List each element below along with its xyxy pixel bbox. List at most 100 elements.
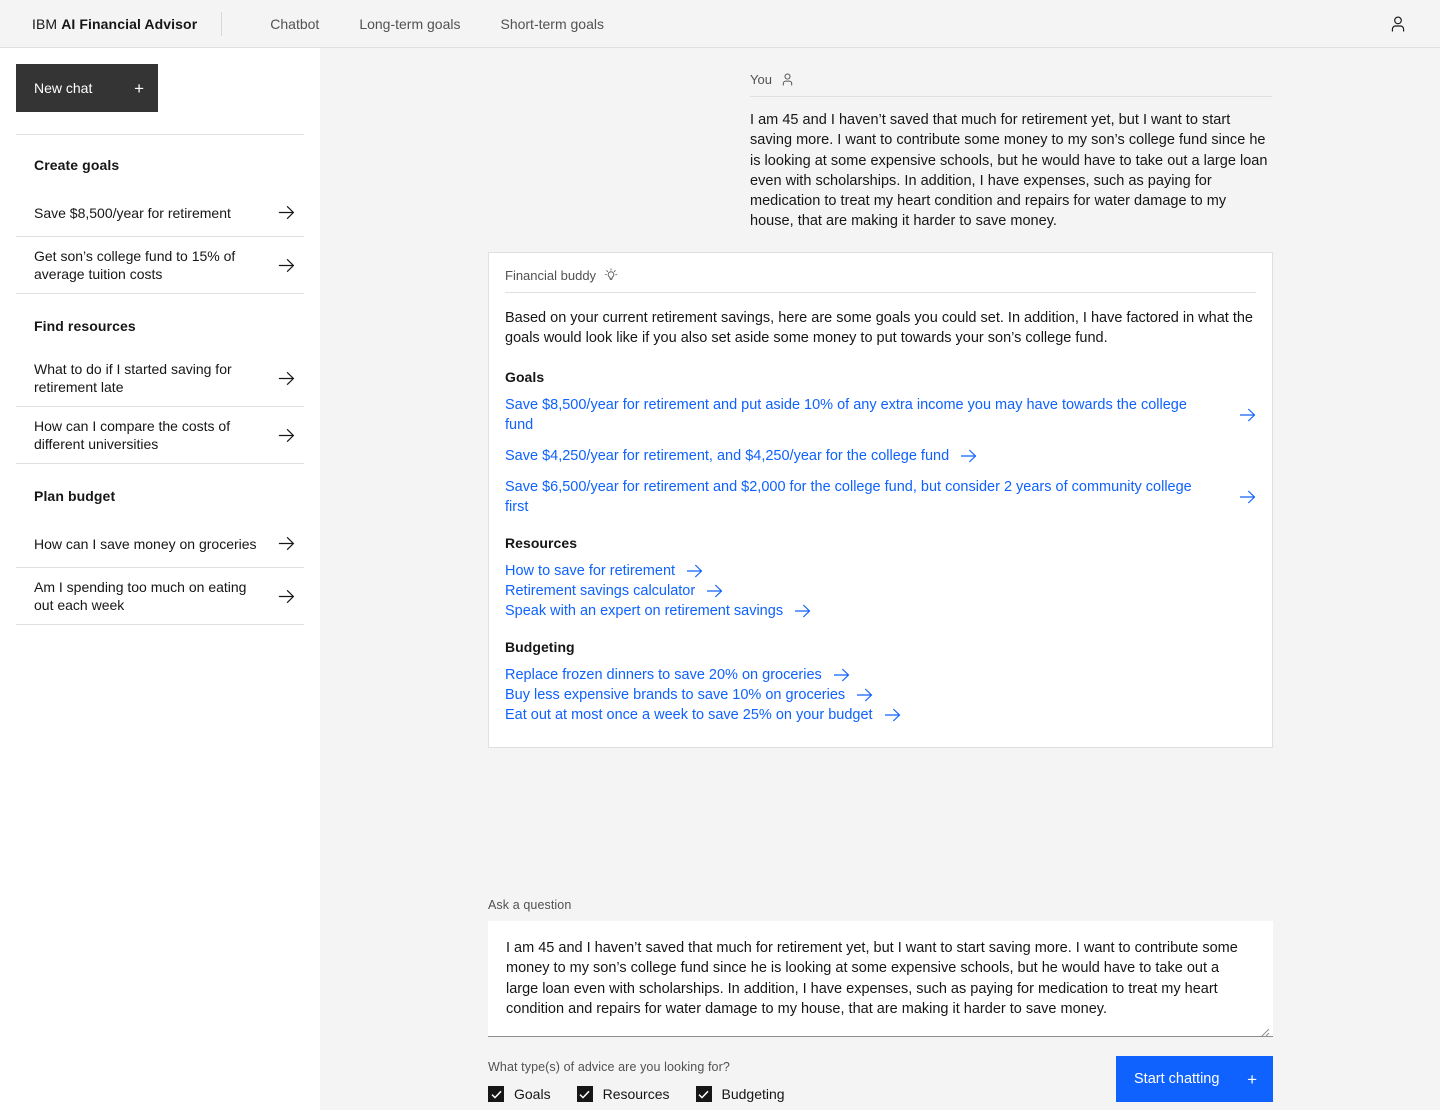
sidebar-item-save-retirement[interactable]: Save $8,500/year for retirement xyxy=(16,189,304,237)
assistant-message-header: Financial buddy xyxy=(505,267,1256,293)
checkbox-box[interactable] xyxy=(695,1086,712,1102)
sidebar-item-save-groceries[interactable]: How can I save money on groceries xyxy=(16,520,304,568)
advice-type-options: Goals Resources Budgeting xyxy=(488,1086,785,1102)
assistant-intro-text: Based on your current retirement savings… xyxy=(505,310,1253,347)
goal-link-label: Save $8,500/year for retirement and put … xyxy=(505,396,1187,433)
arrow-right-icon xyxy=(276,368,296,388)
resource-link-label: Speak with an expert on retirement savin… xyxy=(505,602,784,619)
sidebar-item-eating-out[interactable]: Am I spending too much on eating out eac… xyxy=(16,568,304,625)
arrow-right-icon xyxy=(1225,490,1256,504)
section-title: Resources xyxy=(505,534,578,551)
nav-item-long-term-goals[interactable]: Long-term goals xyxy=(339,0,480,48)
section-title: Budgeting xyxy=(505,638,575,655)
user-message: You I am 45 and I haven’t saved that muc… xyxy=(750,72,1272,232)
budgeting-link-label: Replace frozen dinners to save 20% on gr… xyxy=(505,666,822,683)
resource-link-label: How to save for retirement xyxy=(505,562,676,579)
app-brand: IBM AI Financial Advisor xyxy=(32,16,197,32)
sidebar-item-label: How can I compare the costs of different… xyxy=(34,418,231,452)
goal-link-2[interactable]: Save $4,250/year for retirement, and $4,… xyxy=(505,446,978,466)
nav-item-short-term-goals[interactable]: Short-term goals xyxy=(480,0,623,48)
user-message-text: I am 45 and I haven’t saved that much fo… xyxy=(750,112,1268,230)
advice-type-label: What type(s) of advice are you looking f… xyxy=(488,1060,730,1074)
plus-icon: + xyxy=(1247,1069,1257,1089)
brand-name: AI Financial Advisor xyxy=(61,15,198,32)
goal-link-label: Save $6,500/year for retirement and $2,0… xyxy=(505,478,1192,515)
goal-link-3[interactable]: Save $6,500/year for retirement and $2,0… xyxy=(505,477,1256,517)
arrow-right-icon xyxy=(706,584,724,598)
arrow-right-icon xyxy=(276,203,296,223)
account-button[interactable] xyxy=(1382,8,1414,40)
checkbox-box[interactable] xyxy=(576,1086,593,1102)
sidebar-item-college-fund[interactable]: Get son’s college fund to 15% of average… xyxy=(16,237,304,294)
sidebar: New chat + Create goals Save $8,500/year… xyxy=(0,48,320,1110)
goal-link-label: Save $4,250/year for retirement, and $4,… xyxy=(505,447,950,464)
app-header: IBM AI Financial Advisor Chatbot Long-te… xyxy=(0,0,1440,48)
resource-link-2[interactable]: Retirement savings calculator xyxy=(505,581,724,601)
idea-lightbulb-icon xyxy=(604,268,618,280)
resource-link-1[interactable]: How to save for retirement xyxy=(505,561,704,581)
sidebar-item-label: Am I spending too much on eating out eac… xyxy=(34,579,247,613)
resource-link-label: Retirement savings calculator xyxy=(505,582,696,599)
budgeting-link-1[interactable]: Replace frozen dinners to save 20% on gr… xyxy=(505,665,851,685)
arrow-right-icon xyxy=(276,425,296,445)
budgeting-link-3[interactable]: Eat out at most once a week to save 25% … xyxy=(505,705,902,725)
sidebar-item-label: Get son’s college fund to 15% of average… xyxy=(34,248,236,282)
arrow-right-icon xyxy=(686,564,704,578)
sidebar-item-label: Save $8,500/year for retirement xyxy=(34,204,231,221)
section-goals: Goals Save $8,500/year for retirement an… xyxy=(505,369,1256,517)
sidebar-group-plan-budget: Plan budget How can I save money on groc… xyxy=(16,464,304,625)
new-chat-label: New chat xyxy=(34,80,93,96)
sidebar-group-title: Create goals xyxy=(34,157,120,173)
primary-nav: Chatbot Long-term goals Short-term goals xyxy=(250,0,624,48)
plus-icon: + xyxy=(134,78,144,98)
resource-link-3[interactable]: Speak with an expert on retirement savin… xyxy=(505,601,812,621)
assistant-message-card: Financial buddy Based on your current re… xyxy=(488,252,1273,748)
check-icon xyxy=(698,1090,709,1099)
checkbox-resources[interactable]: Resources xyxy=(576,1086,670,1102)
arrow-right-icon xyxy=(833,668,851,682)
user-message-header: You xyxy=(750,72,1272,97)
sidebar-group-title: Find resources xyxy=(34,318,136,334)
arrow-right-icon xyxy=(960,449,978,463)
header-actions xyxy=(1382,8,1424,40)
user-message-label: You xyxy=(750,72,772,87)
arrow-right-icon xyxy=(856,688,874,702)
advice-type-group: What type(s) of advice are you looking f… xyxy=(488,1060,785,1102)
user-icon xyxy=(1391,16,1405,31)
assistant-message-body: Based on your current retirement savings… xyxy=(489,293,1272,747)
arrow-right-icon xyxy=(276,255,296,275)
new-chat-button[interactable]: New chat + xyxy=(16,64,158,112)
nav-item-chatbot[interactable]: Chatbot xyxy=(250,0,339,48)
arrow-right-icon xyxy=(276,534,296,554)
budgeting-link-label: Eat out at most once a week to save 25% … xyxy=(505,706,873,723)
arrow-right-icon xyxy=(1225,408,1256,422)
composer: Ask a question What type(s) of advice ar… xyxy=(488,898,1273,1102)
composer-footer: What type(s) of advice are you looking f… xyxy=(488,1056,1273,1102)
main-content: You I am 45 and I haven’t saved that muc… xyxy=(320,48,1440,1110)
sidebar-item-compare-universities[interactable]: How can I compare the costs of different… xyxy=(16,407,304,464)
sidebar-item-label: How can I save money on groceries xyxy=(34,535,257,552)
header-divider xyxy=(221,11,223,36)
sidebar-item-saving-late[interactable]: What to do if I started saving for retir… xyxy=(16,350,304,407)
budgeting-link-label: Buy less expensive brands to save 10% on… xyxy=(505,686,846,703)
goal-link-1[interactable]: Save $8,500/year for retirement and put … xyxy=(505,395,1256,435)
composer-label: Ask a question xyxy=(488,898,572,912)
check-icon xyxy=(490,1090,502,1099)
checkbox-goals[interactable]: Goals xyxy=(488,1086,551,1102)
start-chatting-button[interactable]: Start chatting + xyxy=(1116,1056,1273,1102)
sidebar-group-find-resources: Find resources What to do if I started s… xyxy=(16,294,304,464)
assistant-message-label: Financial buddy xyxy=(505,267,597,283)
brand-prefix: IBM xyxy=(32,15,62,32)
question-input[interactable] xyxy=(488,921,1273,1037)
start-chatting-label: Start chatting xyxy=(1134,1071,1220,1087)
checkbox-box[interactable] xyxy=(488,1086,504,1102)
arrow-right-icon xyxy=(276,586,296,606)
checkbox-budgeting[interactable]: Budgeting xyxy=(695,1086,785,1102)
sidebar-group-create-goals: Create goals Save $8,500/year for retire… xyxy=(16,135,304,294)
user-icon xyxy=(782,73,793,86)
arrow-right-icon xyxy=(884,708,902,722)
checkbox-label: Budgeting xyxy=(721,1086,785,1102)
budgeting-link-2[interactable]: Buy less expensive brands to save 10% on… xyxy=(505,685,874,705)
sidebar-group-title: Plan budget xyxy=(34,488,116,504)
section-budgeting: Budgeting Replace frozen dinners to save… xyxy=(505,639,1256,725)
